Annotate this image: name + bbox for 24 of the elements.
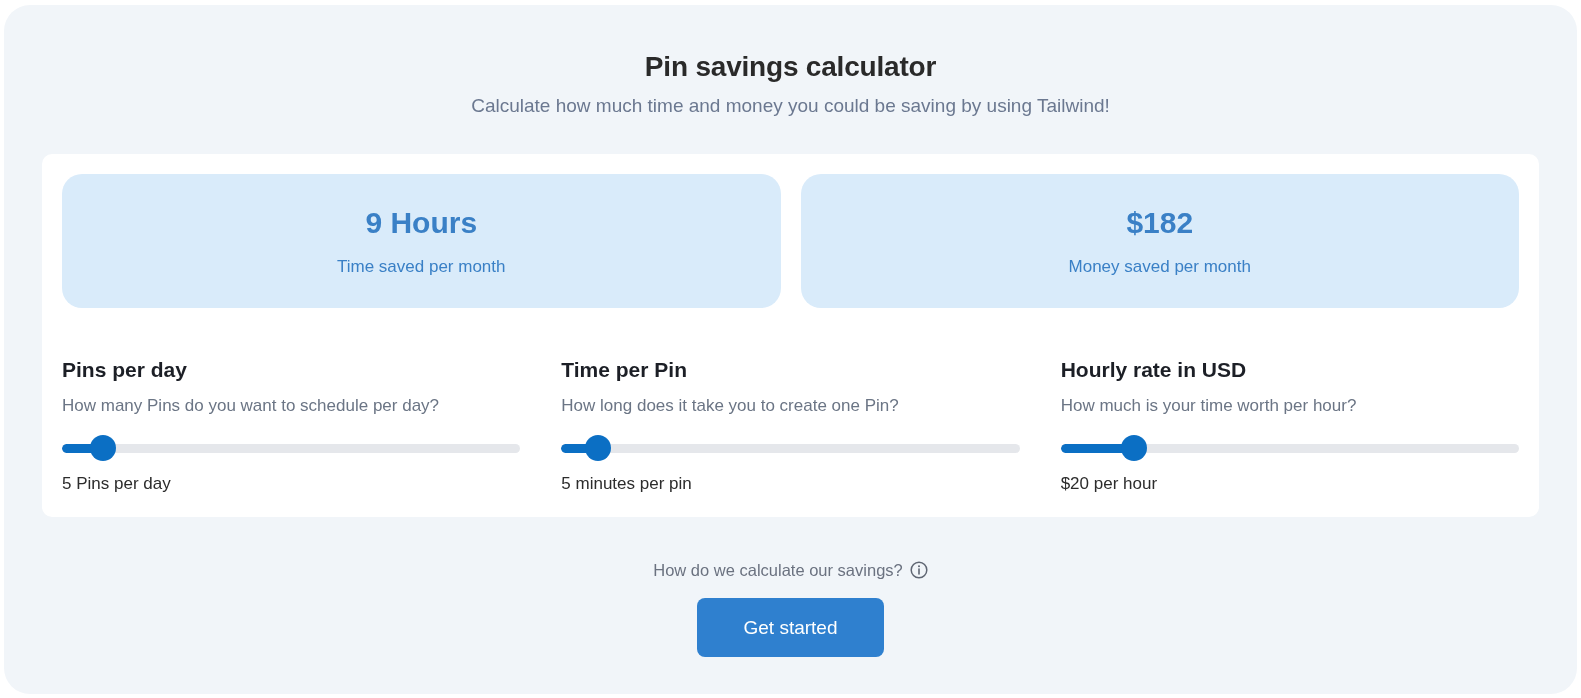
info-icon[interactable] — [909, 561, 928, 579]
get-started-button[interactable]: Get started — [697, 598, 884, 657]
result-value: 9 Hours — [365, 205, 478, 241]
result-value: $182 — [1126, 205, 1194, 241]
slider-track[interactable] — [62, 443, 521, 453]
slider-heading: Hourly rate in USD — [1060, 357, 1247, 383]
slider-question: How much is your time worth per hour? — [1060, 395, 1357, 417]
slider-thumb[interactable] — [1121, 435, 1147, 461]
slider-reading: 5 minutes per pin — [561, 473, 692, 495]
slider-track[interactable] — [1060, 443, 1519, 453]
savings-info-link[interactable]: How do we calculate our savings? — [653, 559, 903, 581]
slider-heading: Pins per day — [62, 357, 187, 383]
slider-question: How many Pins do you want to schedule per day? — [62, 395, 440, 417]
calculator-title: Pin savings calculator — [644, 50, 937, 84]
slider-track[interactable] — [561, 443, 1020, 453]
slider-heading: Time per Pin — [561, 357, 687, 383]
calculator-subtitle: Calculate how much time and money you could be saving by using Tailwind! — [471, 94, 1110, 118]
slider-thumb[interactable] — [585, 435, 611, 461]
slider-thumb[interactable] — [90, 435, 117, 461]
slider-reading: $20 per hour — [1060, 473, 1158, 495]
result-label: Money saved per month — [1068, 256, 1251, 278]
slider-reading: 5 Pins per day — [62, 473, 171, 495]
slider-question: How long does it take you to create one Pin? — [561, 395, 899, 417]
result-label: Time saved per month — [337, 256, 506, 278]
